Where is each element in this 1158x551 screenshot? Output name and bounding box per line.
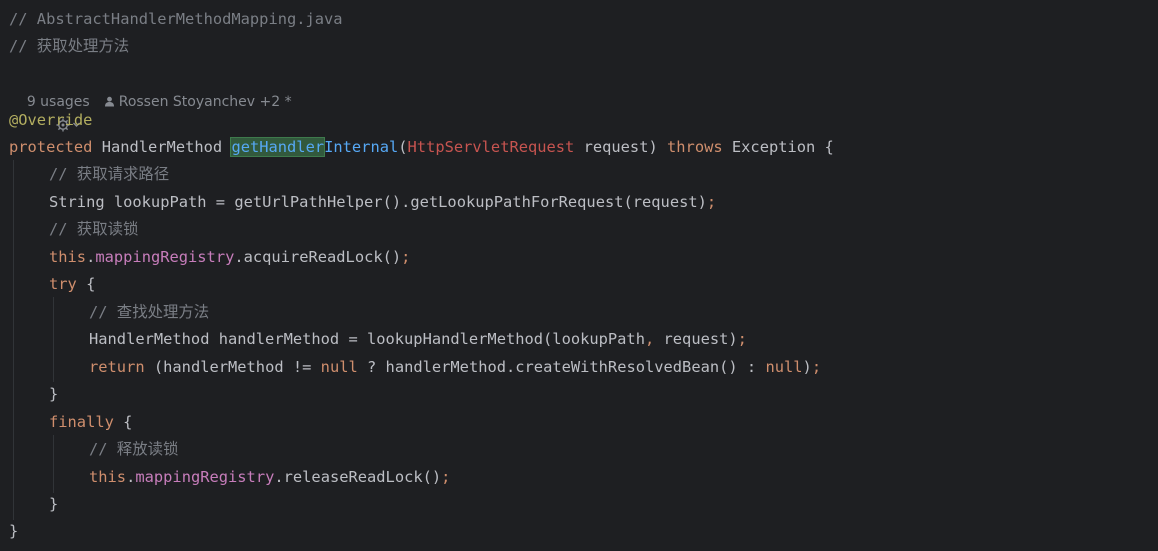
code-line: String lookupPath = getUrlPathHelper().g… xyxy=(49,193,717,211)
override-annotation: @Override xyxy=(9,111,93,129)
author-link[interactable]: Rossen Stoyanchev +2 * xyxy=(104,94,292,110)
method-signature: protected HandlerMethod getHandlerIntern… xyxy=(9,137,834,157)
code-comment: // 查找处理方法 xyxy=(89,303,210,321)
code-line: HandlerMethod handlerMethod = lookupHand… xyxy=(89,330,747,348)
finally-line: finally { xyxy=(49,413,133,431)
title-comment: // 获取处理方法 xyxy=(9,37,130,55)
code-line: this.mappingRegistry.acquireReadLock(); xyxy=(49,248,411,266)
method-name-highlight[interactable]: getHandler xyxy=(230,137,326,157)
code-line: this.mappingRegistry.releaseReadLock(); xyxy=(89,468,451,486)
author-label: Rossen Stoyanchev +2 * xyxy=(118,94,292,110)
code-comment: // 获取请求路径 xyxy=(49,165,170,183)
code-editor[interactable]: // AbstractHandlerMethodMapping.java // … xyxy=(0,0,1158,551)
return-line: return (handlerMethod != null ? handlerM… xyxy=(89,358,822,376)
indent-guide xyxy=(53,297,54,382)
indent-guide xyxy=(53,435,54,493)
person-icon xyxy=(104,96,114,107)
file-comment: // AbstractHandlerMethodMapping.java xyxy=(9,10,343,28)
indent-guide xyxy=(13,160,14,520)
try-line: try { xyxy=(49,275,96,293)
code-comment: // 释放读锁 xyxy=(89,440,179,458)
close-brace: } xyxy=(49,495,59,513)
code-comment: // 获取读锁 xyxy=(49,220,139,238)
close-brace: } xyxy=(9,522,19,540)
close-brace: } xyxy=(49,385,59,403)
